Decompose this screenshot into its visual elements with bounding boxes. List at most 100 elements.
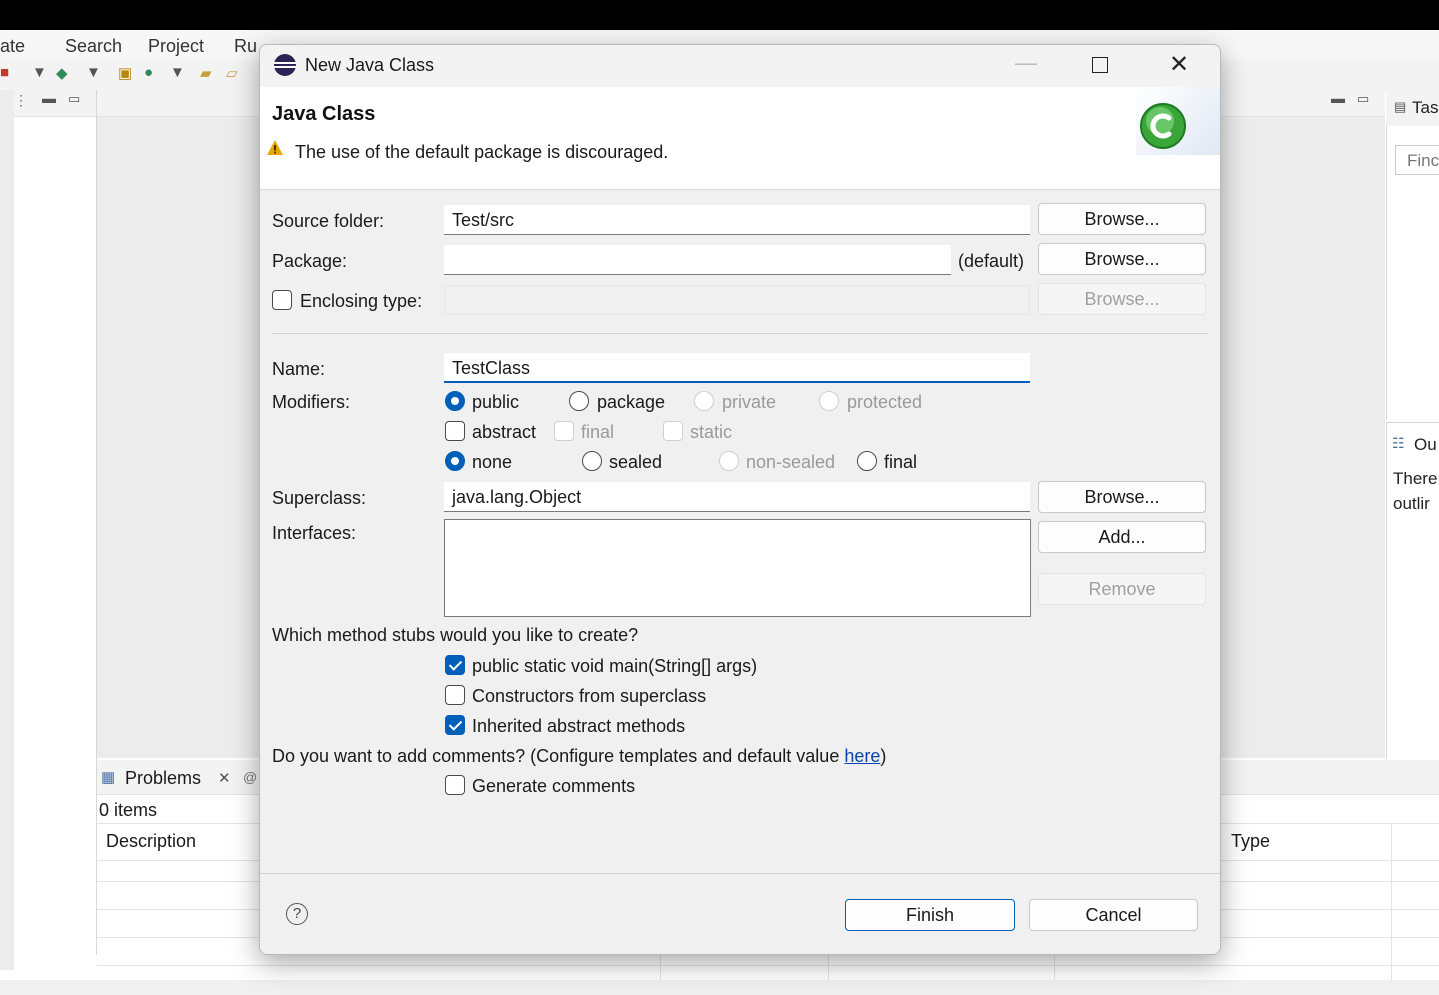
column-type[interactable]: Type [1231, 831, 1270, 852]
dropdown-icon[interactable]: ▼ [170, 64, 185, 81]
task-find-placeholder: Finc [1407, 151, 1439, 170]
status-bar [0, 980, 1439, 995]
close-icon[interactable]: ✕ [218, 769, 231, 787]
modifier-protected-label: protected [847, 392, 923, 412]
minimize-icon[interactable]: — [1015, 50, 1037, 76]
modifiers-label: Modifiers: [272, 392, 351, 412]
class-name-field[interactable]: TestClass [444, 353, 1030, 383]
finish-button[interactable]: Finish [845, 899, 1015, 931]
problems-icon: ▦ [101, 769, 116, 786]
inheritance-sealed-radio[interactable] [582, 451, 602, 471]
stub-constructors-label[interactable]: Constructors from superclass [472, 686, 706, 707]
dialog-banner: Java Class The use of the default packag… [260, 87, 1220, 190]
footer-separator [260, 873, 1220, 874]
menu-search[interactable]: Search [65, 36, 122, 57]
maximize-icon[interactable]: ▭ [68, 91, 80, 107]
modifier-package-label[interactable]: package [597, 392, 665, 413]
maximize-icon[interactable] [1092, 57, 1108, 73]
task-find-field[interactable]: Finc [1395, 145, 1439, 175]
modifier-abstract-label[interactable]: abstract [472, 422, 536, 443]
menu-navigate[interactable]: ate [0, 36, 25, 57]
stub-inherited-label[interactable]: Inherited abstract methods [472, 716, 685, 737]
inheritance-none-radio[interactable] [445, 451, 465, 471]
package-browse-button[interactable]: Browse... [1038, 243, 1206, 275]
source-folder-field[interactable]: Test/src [444, 205, 1030, 235]
column-description[interactable]: Description [106, 831, 196, 852]
new-class-icon[interactable]: ● [144, 64, 153, 81]
view-menu-icon[interactable]: ⋮ [14, 92, 28, 109]
cancel-button[interactable]: Cancel [1029, 899, 1198, 931]
package-explorer-panel [14, 90, 97, 955]
minimize-icon[interactable]: ▬ [42, 90, 56, 106]
source-folder-label: Source folder: [272, 211, 385, 231]
modifier-package-radio[interactable] [569, 391, 589, 411]
generate-comments-label[interactable]: Generate comments [472, 776, 635, 797]
minimize-icon[interactable]: ▬ [1331, 90, 1345, 106]
modifier-static-label: static [690, 422, 733, 442]
close-icon[interactable]: ✕ [1169, 50, 1189, 79]
inheritance-sealed-label[interactable]: sealed [609, 452, 662, 473]
java-class-icon [1138, 101, 1188, 151]
stub-constructors-checkbox[interactable] [445, 685, 465, 705]
javadoc-icon[interactable]: @ [243, 769, 257, 785]
package-default-label: (default) [958, 251, 1025, 271]
comments-question-suffix: ) [880, 746, 887, 766]
maximize-icon[interactable]: ▭ [1357, 91, 1369, 107]
modifier-public-radio[interactable] [445, 391, 465, 411]
modifier-public-label[interactable]: public [472, 392, 519, 413]
interfaces-list[interactable] [444, 519, 1031, 617]
run-icon[interactable]: ■ [0, 64, 9, 81]
stub-main-checkbox[interactable] [445, 655, 465, 675]
add-interface-button[interactable]: Add... [1038, 521, 1206, 553]
package-explorer-header: ⋮ ▬ ▭ [14, 90, 96, 117]
source-folder-browse-button[interactable]: Browse... [1038, 203, 1206, 235]
tab-problems[interactable]: Problems [125, 768, 201, 789]
new-package-icon[interactable]: ▣ [118, 64, 132, 82]
inheritance-final-label[interactable]: final [884, 452, 917, 473]
enclosing-type-label: Enclosing type: [300, 291, 423, 311]
help-icon[interactable]: ? [286, 903, 308, 925]
comments-question-text: Do you want to add comments? (Configure … [272, 746, 845, 766]
column-divider [660, 954, 661, 981]
open-type-icon[interactable]: ▱ [226, 64, 238, 82]
screen-top-bar [0, 0, 1439, 30]
generate-comments-checkbox[interactable] [445, 775, 465, 795]
menu-project[interactable]: Project [148, 36, 204, 57]
superclass-field[interactable]: java.lang.Object [444, 482, 1030, 512]
stub-main-label[interactable]: public static void main(String[] args) [472, 656, 757, 677]
task-list-panel: Finc [1386, 90, 1439, 420]
modifier-abstract-checkbox[interactable] [445, 421, 465, 441]
problems-count: 0 items [99, 800, 158, 820]
interfaces-label: Interfaces: [272, 523, 357, 543]
table-row [97, 965, 1439, 966]
method-stubs-question: Which method stubs would you like to cre… [272, 625, 639, 645]
inheritance-non-sealed-radio [719, 451, 739, 471]
dialog-title: New Java Class [305, 55, 435, 75]
modifier-static-checkbox [663, 421, 683, 441]
warning-message: The use of the default package is discou… [295, 142, 669, 162]
name-label: Name: [272, 359, 326, 379]
package-field[interactable] [444, 245, 951, 275]
superclass-browse-button[interactable]: Browse... [1038, 481, 1206, 513]
warning-icon [266, 139, 284, 157]
modifier-final-checkbox [554, 421, 574, 441]
dropdown-icon[interactable]: ▼ [86, 64, 101, 81]
enclosing-type-field [444, 285, 1030, 315]
menu-run[interactable]: Ru [234, 36, 257, 57]
new-java-class-dialog: New Java Class — ✕ Java Class The use of… [259, 44, 1221, 955]
open-folder-icon[interactable]: ▰ [200, 64, 212, 82]
outline-panel: ☷ Ou There outlir [1386, 422, 1439, 759]
inheritance-none-label[interactable]: none [472, 452, 512, 473]
dropdown-icon[interactable]: ▼ [32, 64, 47, 81]
configure-templates-link[interactable]: here [844, 746, 880, 766]
section-separator [272, 333, 1208, 334]
tab-task-list[interactable]: Tas [1412, 98, 1438, 118]
enclosing-type-checkbox[interactable] [272, 290, 292, 310]
debug-icon[interactable]: ◆ [56, 64, 68, 82]
stub-inherited-checkbox[interactable] [445, 715, 465, 735]
package-label: Package: [272, 251, 348, 271]
comments-question: Do you want to add comments? (Configure … [272, 746, 886, 767]
inheritance-final-radio[interactable] [857, 451, 877, 471]
superclass-label: Superclass: [272, 488, 367, 508]
tab-outline[interactable]: Ou [1414, 435, 1437, 455]
